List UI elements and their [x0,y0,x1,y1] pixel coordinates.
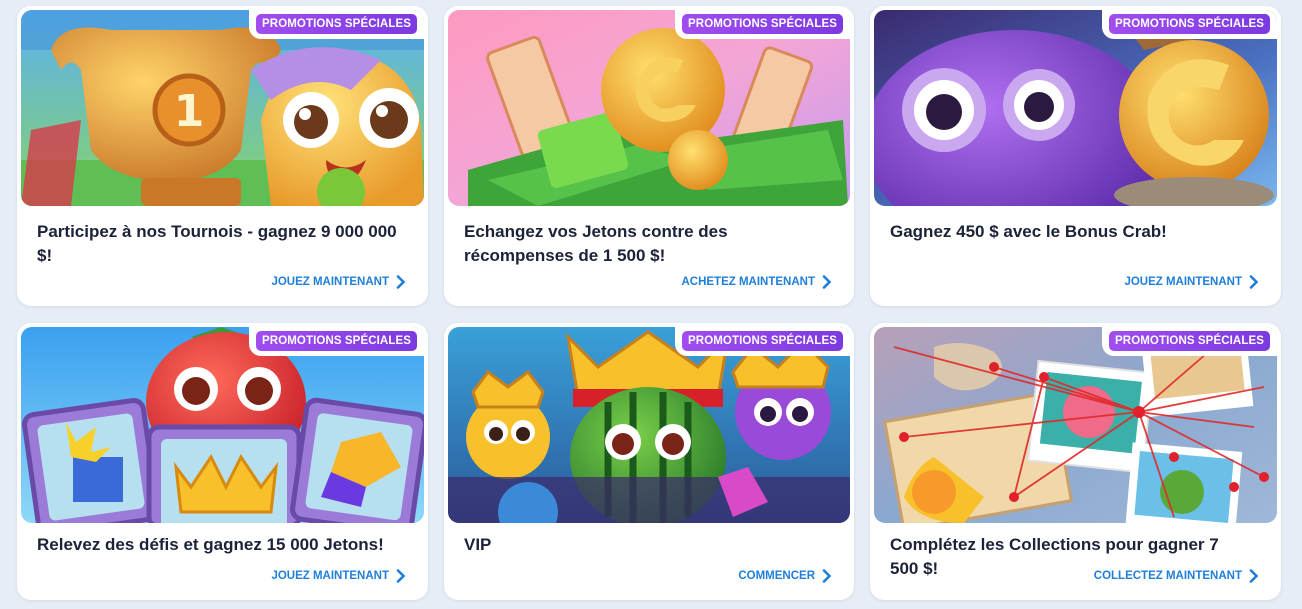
cta-label: COMMENCER [738,570,815,582]
promo-image-free-bet[interactable]: PROMOTIONS SPÉCIALES [448,10,850,206]
promo-image-trophy[interactable]: 1 PROMOTIONS SPÉCIALES [21,10,424,206]
promo-card-vip[interactable]: PROMOTIONS SPÉCIALES VIP COMMENCER [444,323,854,600]
promo-card-collections[interactable]: PROMOTIONS SPÉCIALES Complétez les Colle… [870,323,1281,600]
promo-badge-wrap: PROMOTIONS SPÉCIALES [675,10,850,39]
play-now-button[interactable]: JOUEZ MAINTENANT [1124,275,1259,289]
cta-label: ACHETEZ MAINTENANT [681,276,815,288]
promo-card-challenges[interactable]: PROMOTIONS SPÉCIALES Relevez des défis e… [17,323,428,600]
start-button[interactable]: COMMENCER [738,569,832,583]
play-now-button[interactable]: JOUEZ MAINTENANT [271,569,406,583]
promo-card-exchange-tokens[interactable]: PROMOTIONS SPÉCIALES Echangez vos Jetons… [444,6,854,306]
promo-card-tournaments[interactable]: 1 PROMOTIONS SPÉCIALES Participez à nos … [17,6,428,306]
promo-image-strawberry[interactable]: PROMOTIONS SPÉCIALES [21,327,424,523]
buy-now-button[interactable]: ACHETEZ MAINTENANT [681,275,832,289]
promo-title: Gagnez 450 $ avec le Bonus Crab! [890,222,1167,241]
promo-badge-wrap: PROMOTIONS SPÉCIALES [675,327,850,356]
promo-badge-wrap: PROMOTIONS SPÉCIALES [1102,327,1277,356]
promo-badge: PROMOTIONS SPÉCIALES [1109,14,1270,34]
chevron-right-icon [1249,275,1259,289]
chevron-right-icon [822,275,832,289]
cta-label: JOUEZ MAINTENANT [271,276,389,288]
promo-image-collections[interactable]: PROMOTIONS SPÉCIALES [874,327,1277,523]
promo-title: VIP [464,535,492,554]
promo-title: Echangez vos Jetons contre des récompens… [464,222,728,265]
promotions-grid: 1 PROMOTIONS SPÉCIALES Participez à nos … [0,0,1302,609]
promo-badge-wrap: PROMOTIONS SPÉCIALES [249,327,424,356]
cta-label: COLLECTEZ MAINTENANT [1093,570,1242,582]
promo-title: Participez à nos Tournois - gagnez 9 000… [37,222,397,265]
chevron-right-icon [822,569,832,583]
collect-now-button[interactable]: COLLECTEZ MAINTENANT [1094,569,1259,583]
promo-badge-wrap: PROMOTIONS SPÉCIALES [1102,10,1277,39]
promo-title: Relevez des défis et gagnez 15 000 Jeton… [37,535,384,554]
promo-badge: PROMOTIONS SPÉCIALES [682,331,843,351]
promo-badge: PROMOTIONS SPÉCIALES [256,14,417,34]
promo-card-crab-bonus[interactable]: PROMOTIONS SPÉCIALES Gagnez 450 $ avec l… [870,6,1281,306]
promo-badge: PROMOTIONS SPÉCIALES [256,331,417,351]
promo-badge: PROMOTIONS SPÉCIALES [1109,331,1270,351]
promo-image-crab[interactable]: PROMOTIONS SPÉCIALES [874,10,1277,206]
chevron-right-icon [396,569,406,583]
play-now-button[interactable]: JOUEZ MAINTENANT [271,275,406,289]
promo-badge: PROMOTIONS SPÉCIALES [682,14,843,34]
promo-badge-wrap: PROMOTIONS SPÉCIALES [249,10,424,39]
chevron-right-icon [1249,569,1259,583]
promo-image-vip[interactable]: PROMOTIONS SPÉCIALES [448,327,850,523]
cta-label: JOUEZ MAINTENANT [1124,276,1242,288]
chevron-right-icon [396,275,406,289]
svg-text:1: 1 [174,86,205,137]
cta-label: JOUEZ MAINTENANT [271,570,389,582]
